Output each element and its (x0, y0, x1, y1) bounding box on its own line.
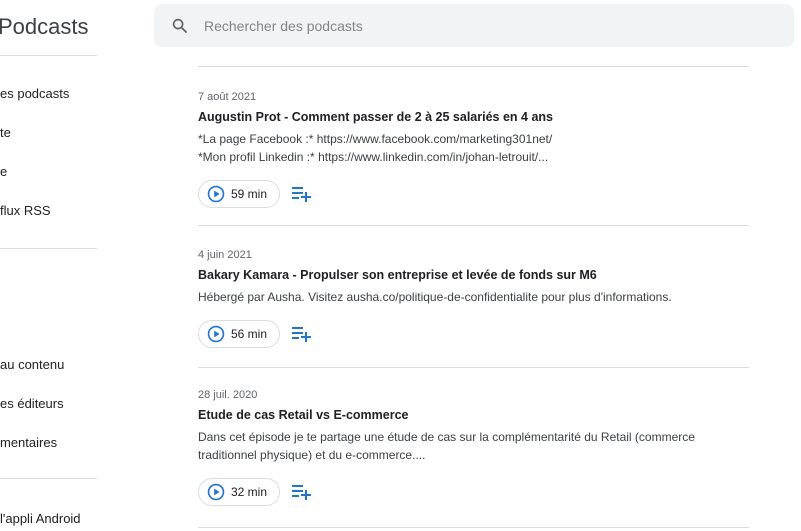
episode-description: Dans cet épisode je te partage une étude… (198, 428, 748, 464)
episode-item[interactable]: 4 juin 2021 Bakary Kamara - Propulser so… (198, 248, 758, 350)
episode-description-line: traditionnel physique) et du e-commerce.… (198, 448, 426, 462)
episode-description-line: *La page Facebook :* https://www.faceboo… (198, 132, 553, 146)
episode-actions: 32 min (198, 478, 758, 508)
sidebar-item-publishers[interactable]: es éditeurs (0, 396, 64, 411)
app-title: Podcasts (0, 14, 89, 39)
episode-description: Hébergé par Ausha. Visitez ausha.co/poli… (198, 288, 748, 306)
sidebar-item-comments[interactable]: mentaires (0, 435, 57, 450)
episode-description: *La page Facebook :* https://www.faceboo… (198, 130, 748, 166)
episode-duration: 32 min (231, 485, 268, 499)
search-icon[interactable] (171, 17, 189, 35)
list-divider (198, 225, 749, 226)
episode-description-line: Hébergé par Ausha. Visitez ausha.co/poli… (198, 290, 672, 304)
sidebar: Podcasts es podcasts te e flux RSS au co… (0, 0, 110, 531)
play-button[interactable]: 56 min (198, 320, 280, 348)
sidebar-item-rss-feed[interactable]: flux RSS (0, 203, 51, 218)
sidebar-item-2[interactable]: te (0, 125, 11, 140)
sidebar-divider (0, 248, 97, 249)
play-icon (207, 483, 225, 501)
episode-title[interactable]: Etude de cas Retail vs E-commerce (198, 407, 758, 423)
play-button[interactable]: 59 min (198, 180, 280, 208)
episode-actions: 56 min (198, 320, 758, 350)
episode-title[interactable]: Augustin Prot - Comment passer de 2 à 25… (198, 109, 758, 125)
episode-duration: 56 min (231, 327, 268, 341)
episode-description-line: *Mon profil Linkedin :* https://www.link… (198, 150, 549, 164)
episode-actions: 59 min (198, 180, 758, 210)
list-divider (198, 367, 749, 368)
episode-duration: 59 min (231, 187, 268, 201)
sidebar-item-my-podcasts[interactable]: es podcasts (0, 86, 69, 101)
play-button[interactable]: 32 min (198, 478, 280, 506)
episode-title[interactable]: Bakary Kamara - Propulser son entreprise… (198, 267, 758, 283)
add-to-queue-icon[interactable] (292, 326, 312, 342)
episode-date: 4 juin 2021 (198, 249, 252, 261)
add-to-queue-icon[interactable] (292, 186, 312, 202)
add-to-queue-icon[interactable] (292, 484, 312, 500)
sidebar-item-content[interactable]: au contenu (0, 357, 64, 372)
episode-item[interactable]: 7 août 2021 Augustin Prot - Comment pass… (198, 90, 758, 210)
list-divider (198, 527, 749, 528)
search-bar[interactable] (154, 4, 794, 47)
search-input[interactable] (204, 4, 774, 47)
list-divider (198, 66, 749, 67)
episode-description-line: Dans cet épisode je te partage une étude… (198, 430, 695, 444)
play-icon (207, 325, 225, 343)
sidebar-item-android-app[interactable]: l'appli Android (0, 511, 81, 526)
sidebar-divider (0, 55, 97, 56)
episode-item[interactable]: 28 juil. 2020 Etude de cas Retail vs E-c… (198, 388, 758, 508)
episode-date: 28 juil. 2020 (198, 389, 258, 401)
play-icon (207, 185, 225, 203)
sidebar-divider (0, 478, 97, 479)
episode-date: 7 août 2021 (198, 91, 257, 103)
sidebar-item-3[interactable]: e (0, 164, 7, 179)
